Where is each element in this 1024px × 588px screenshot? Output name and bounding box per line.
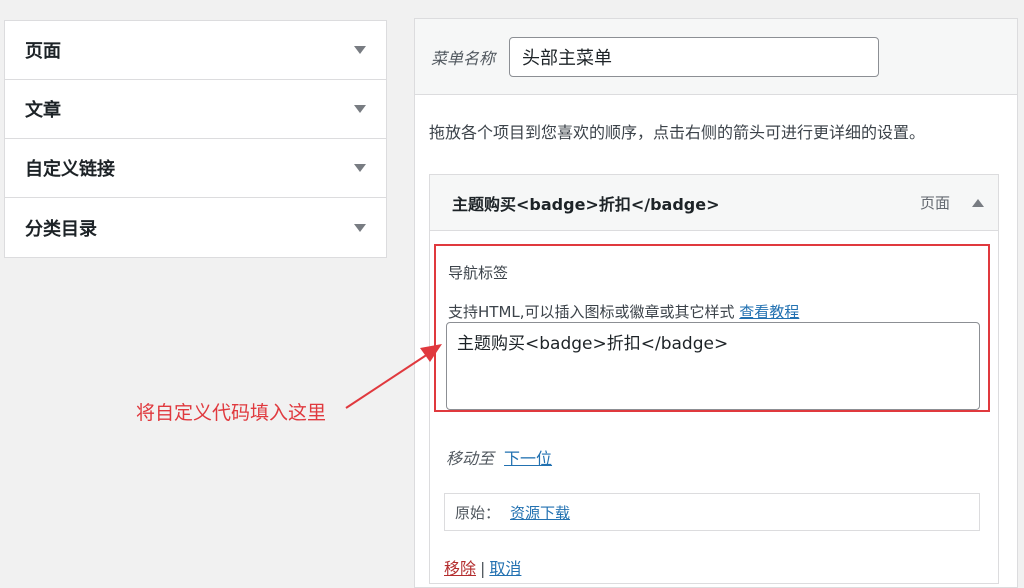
- annotation-arrow: [345, 344, 442, 409]
